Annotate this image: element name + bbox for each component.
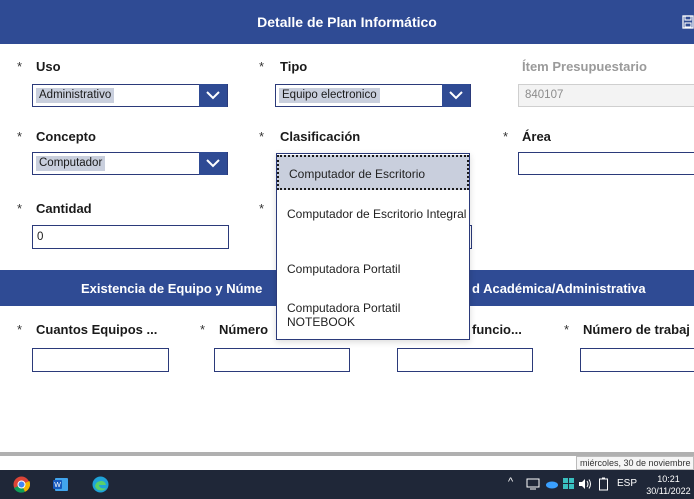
item-presupuestario-field: 840107 <box>518 84 694 107</box>
header-bar: Detalle de Plan Informático <box>0 0 694 44</box>
network-icon[interactable] <box>526 477 540 491</box>
cantidad-value: 0 <box>37 231 44 243</box>
item-presupuestario-value: 840107 <box>525 89 564 101</box>
security-icon[interactable] <box>562 477 575 491</box>
required-asterisk: * <box>259 201 265 216</box>
date-tooltip: miércoles, 30 de noviembre <box>576 456 694 470</box>
numero-trabajadores-label: Número de trabaj <box>583 322 690 337</box>
cantidad-input[interactable]: 0 <box>32 225 229 249</box>
required-asterisk: * <box>200 322 206 337</box>
concepto-value: Computador <box>36 156 106 171</box>
clasificacion-label: Clasificación <box>280 129 361 144</box>
cuantos-equipos-input[interactable] <box>32 348 169 372</box>
system-clock[interactable]: 10:21 30/11/2022 <box>643 473 694 497</box>
cantidad-label: Cantidad <box>36 201 92 216</box>
funcionarios-input[interactable] <box>397 348 533 372</box>
concepto-label: Concepto <box>36 129 96 144</box>
word-icon[interactable]: W <box>52 476 69 493</box>
tipo-label: Tipo <box>280 59 308 74</box>
required-asterisk: * <box>17 59 23 74</box>
required-asterisk: * <box>259 59 265 74</box>
area-dropdown[interactable] <box>518 152 694 175</box>
onedrive-icon[interactable] <box>545 478 559 490</box>
battery-icon[interactable] <box>598 477 609 491</box>
numero-trabajadores-input[interactable] <box>580 348 694 372</box>
uso-dropdown[interactable]: Administrativo <box>32 84 228 107</box>
chevron-up-icon[interactable]: ^ <box>508 476 513 488</box>
tipo-value: Equipo electronico <box>279 88 380 103</box>
uso-value: Administrativo <box>36 88 115 103</box>
section-title-right: d Académica/Administrativa <box>472 281 646 296</box>
item-presupuestario-label: Ítem Presupuestario <box>522 59 647 74</box>
numero-label: Número <box>219 322 269 337</box>
option-computadora-portatil[interactable]: Computadora Portatil <box>277 262 469 276</box>
numero-input[interactable] <box>214 348 350 372</box>
app-window: Detalle de Plan Informático * Uso Admini… <box>0 0 694 499</box>
svg-text:W: W <box>54 482 61 489</box>
required-asterisk: * <box>503 129 509 144</box>
required-asterisk: * <box>17 129 23 144</box>
section-title-left: Existencia de Equipo y Núme <box>81 281 263 296</box>
required-asterisk: * <box>17 201 23 216</box>
clock-date: 30/11/2022 <box>646 486 691 496</box>
cuantos-equipos-label: Cuantos Equipos ... <box>36 322 158 337</box>
funcionarios-label: funcio... <box>472 322 522 337</box>
concepto-dropdown[interactable]: Computador <box>32 152 228 175</box>
required-asterisk: * <box>564 322 570 337</box>
clock-time: 10:21 <box>657 474 680 484</box>
required-asterisk: * <box>17 322 23 337</box>
uso-label: Uso <box>36 59 61 74</box>
option-computadora-portatil-notebook[interactable]: Computadora Portatil NOTEBOOK <box>277 301 469 329</box>
required-asterisk: * <box>259 129 265 144</box>
option-computador-escritorio[interactable]: Computador de Escritorio <box>277 155 469 190</box>
page-title: Detalle de Plan Informático <box>257 14 437 30</box>
chrome-icon[interactable] <box>13 476 30 493</box>
windows-taskbar: W ^ ESP 10:21 30/11/2022 <box>0 470 694 499</box>
chevron-down-icon[interactable] <box>199 84 227 107</box>
tipo-dropdown[interactable]: Equipo electronico <box>275 84 471 107</box>
area-label: Área <box>522 129 551 144</box>
chevron-down-icon[interactable] <box>442 84 470 107</box>
edge-icon[interactable] <box>92 476 109 493</box>
save-icon[interactable] <box>682 15 694 29</box>
volume-icon[interactable] <box>578 478 592 490</box>
option-computador-escritorio-integral[interactable]: Computador de Escritorio Integral <box>277 207 469 221</box>
language-indicator[interactable]: ESP <box>617 478 637 489</box>
clasificacion-options-list[interactable]: Computador de Escritorio Computador de E… <box>276 153 470 340</box>
chevron-down-icon[interactable] <box>199 152 227 175</box>
